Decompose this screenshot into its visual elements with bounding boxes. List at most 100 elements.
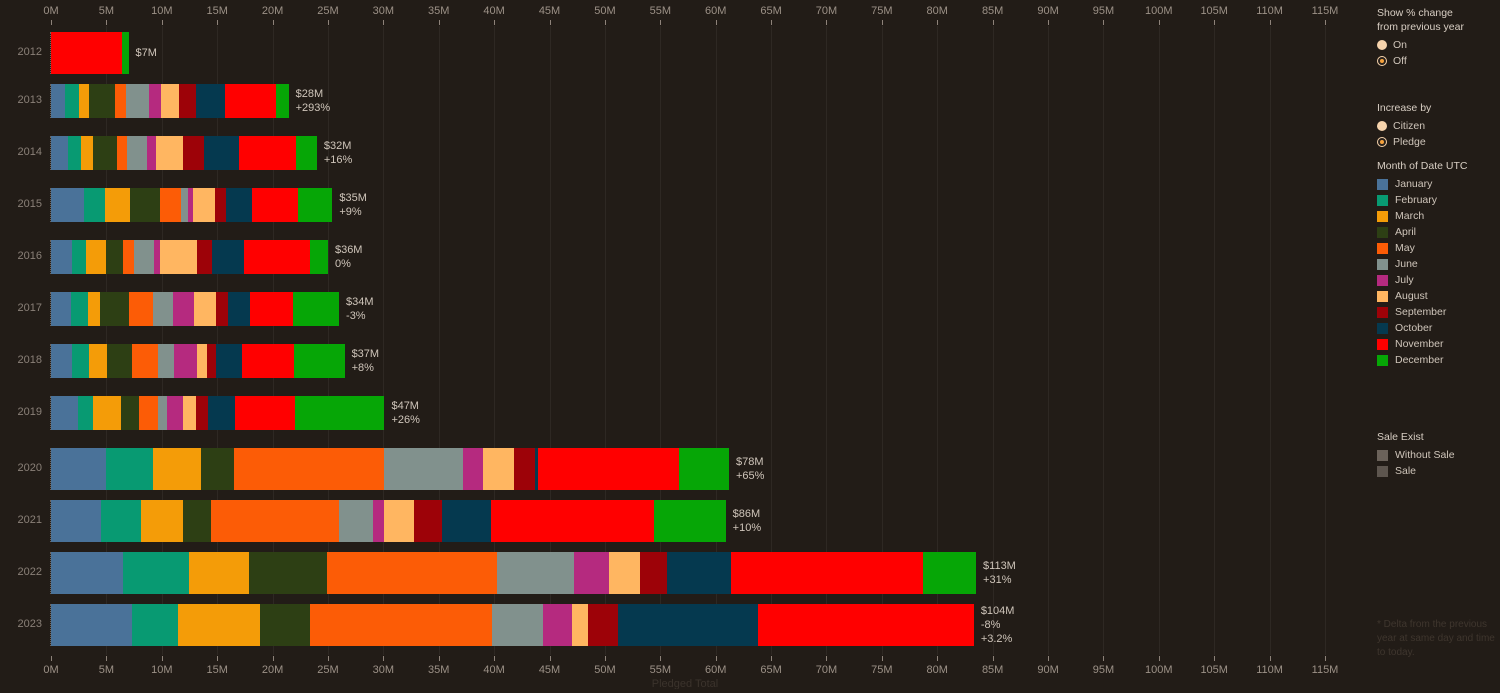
bar-segment[interactable] [483,448,515,490]
legend-color-swatch[interactable] [1377,274,1388,286]
bar-segment[interactable] [51,552,123,594]
bar-segment[interactable] [120,396,139,430]
bar-segment[interactable] [80,136,94,170]
bar-segment[interactable] [51,136,68,170]
bar-segment[interactable] [226,188,252,222]
bar-segment[interactable] [140,500,183,542]
bar-row[interactable]: 2013 $28M +293% [0,84,1370,118]
bar-segment[interactable] [86,240,107,274]
bar-segment[interactable] [200,448,234,490]
bar-segment[interactable] [588,604,619,646]
bar-segment[interactable] [538,448,680,490]
bar-segment[interactable] [276,84,289,118]
bar-segment[interactable] [442,500,491,542]
bar-segment[interactable] [640,552,667,594]
bar-segment[interactable] [497,552,574,594]
bar-segment[interactable] [228,292,251,326]
bar-row[interactable]: 2018 $37M +8% [0,344,1370,378]
legend-color-swatch[interactable] [1377,465,1388,477]
bar-segment[interactable] [225,84,277,118]
bar-segment[interactable] [117,136,128,170]
bar-row[interactable]: 2021 $86M +10% [0,500,1370,542]
month-legend-item[interactable]: January [1377,176,1467,192]
bar-segment[interactable] [51,32,122,74]
bar-segment[interactable] [731,552,923,594]
bar-segment[interactable] [114,84,126,118]
bar-row[interactable]: 2012 $7M [0,32,1370,74]
bar-segment[interactable] [64,84,80,118]
bar-row[interactable]: 2023 $104M -8% +3.2% [0,604,1370,646]
bar-segment[interactable] [234,396,295,430]
stacked-bar[interactable] [51,240,328,274]
increase-by-option-citizen[interactable]: Citizen [1377,118,1431,134]
bar-segment[interactable] [490,500,654,542]
bar-segment[interactable] [77,396,94,430]
bar-segment[interactable] [182,136,204,170]
bar-row[interactable]: 2015 $35M +9% [0,188,1370,222]
sale-legend-item[interactable]: Without Sale [1377,447,1455,463]
radio-button-icon[interactable] [1377,121,1387,131]
bar-segment[interactable] [339,500,374,542]
bar-row[interactable]: 2016 $36M 0% [0,240,1370,274]
month-legend-item[interactable]: September [1377,304,1467,320]
bar-segment[interactable] [653,500,726,542]
bar-segment[interactable] [609,552,641,594]
bar-segment[interactable] [93,396,121,430]
bar-segment[interactable] [208,396,235,430]
legend-color-swatch[interactable] [1377,258,1388,270]
bar-segment[interactable] [491,604,543,646]
bar-segment[interactable] [123,552,190,594]
bar-row[interactable]: 2019 $47M +26% [0,396,1370,430]
bar-segment[interactable] [99,292,129,326]
bar-segment[interactable] [293,344,345,378]
bar-segment[interactable] [292,292,340,326]
bar-segment[interactable] [93,136,118,170]
month-legend-item[interactable]: November [1377,336,1467,352]
stacked-bar[interactable] [51,552,977,594]
bar-segment[interactable] [310,604,492,646]
bar-row[interactable]: 2020 $78M +65% [0,448,1370,490]
legend-color-swatch[interactable] [1377,290,1388,302]
bar-segment[interactable] [384,500,415,542]
bar-segment[interactable] [67,136,81,170]
month-legend-item[interactable]: June [1377,256,1467,272]
bar-segment[interactable] [51,240,73,274]
radio-button-icon[interactable] [1377,56,1387,66]
sale-legend-item[interactable]: Sale [1377,463,1455,479]
bar-segment[interactable] [239,136,296,170]
bar-segment[interactable] [310,240,328,274]
bar-segment[interactable] [152,448,201,490]
bar-segment[interactable] [100,500,141,542]
bar-row[interactable]: 2014 $32M +16% [0,136,1370,170]
stacked-bar[interactable] [51,136,317,170]
bar-segment[interactable] [128,292,153,326]
bar-segment[interactable] [182,396,197,430]
show-change-option-off[interactable]: Off [1377,53,1464,69]
bar-segment[interactable] [129,188,160,222]
bar-segment[interactable] [250,292,293,326]
bar-segment[interactable] [51,448,107,490]
bar-segment[interactable] [152,292,173,326]
show-change-option-on[interactable]: On [1377,37,1464,53]
bar-segment[interactable] [216,344,242,378]
bar-segment[interactable] [149,84,162,118]
bar-segment[interactable] [178,84,196,118]
stacked-bar[interactable] [51,396,385,430]
bar-segment[interactable] [134,240,155,274]
bar-segment[interactable] [203,136,240,170]
bar-segment[interactable] [298,188,333,222]
legend-color-swatch[interactable] [1377,242,1388,254]
legend-color-swatch[interactable] [1377,226,1388,238]
stacked-bar[interactable] [51,604,974,646]
bar-segment[interactable] [241,344,294,378]
bar-segment[interactable] [87,292,100,326]
bar-segment[interactable] [159,240,198,274]
bar-segment[interactable] [211,240,244,274]
stacked-bar[interactable] [51,188,333,222]
bar-row[interactable]: 2022 $113M +31% [0,552,1370,594]
bar-segment[interactable] [51,292,71,326]
bar-segment[interactable] [72,344,89,378]
bar-segment[interactable] [51,396,78,430]
bar-segment[interactable] [679,448,729,490]
bar-segment[interactable] [542,604,572,646]
